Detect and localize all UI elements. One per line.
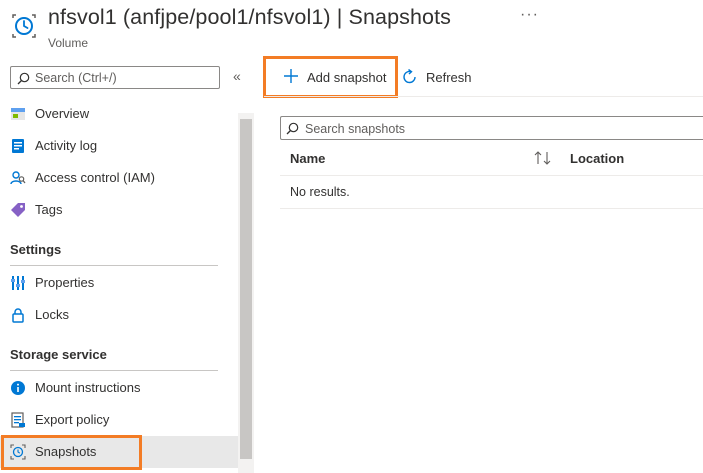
refresh-label: Refresh	[426, 70, 472, 85]
sidebar: Search (Ctrl+/) « Overview Activity log …	[0, 58, 254, 473]
section-title-storage-service: Storage service	[10, 347, 107, 362]
clock-volume-icon	[10, 12, 38, 40]
sidebar-item-label: Mount instructions	[35, 380, 141, 395]
sidebar-item-activity-log[interactable]: Activity log	[0, 130, 238, 162]
sidebar-item-label: Export policy	[35, 412, 110, 427]
sidebar-item-label: Overview	[35, 106, 90, 121]
section-divider	[10, 265, 218, 266]
iam-people-icon	[10, 170, 26, 186]
resource-name: nfsvol1 (anfjpe/pool1/nfsvol1)	[48, 5, 331, 29]
search-icon	[17, 72, 30, 85]
more-options-button[interactable]: ···	[520, 6, 539, 24]
activity-log-icon	[10, 138, 26, 154]
sort-arrows-icon[interactable]	[534, 151, 552, 170]
scrollbar-thumb[interactable]	[240, 119, 252, 459]
sidebar-item-label: Tags	[35, 202, 63, 217]
sidebar-item-label: Locks	[35, 307, 69, 322]
search-icon	[286, 122, 299, 135]
empty-state-text: No results.	[290, 185, 350, 199]
section-title-settings: Settings	[10, 242, 62, 257]
search-placeholder: Search (Ctrl+/)	[35, 71, 117, 85]
refresh-button[interactable]: Refresh	[402, 66, 472, 90]
sidebar-scrollbar[interactable]	[238, 113, 254, 473]
sidebar-item-label: Access control (IAM)	[35, 170, 155, 185]
table-header-divider	[280, 175, 703, 176]
page-title: nfsvol1 (anfjpe/pool1/nfsvol1) | Snapsho…	[48, 5, 451, 30]
blade-name: Snapshots	[348, 5, 452, 29]
sidebar-item-tags[interactable]: Tags	[0, 194, 238, 226]
toolbar-divider	[264, 96, 703, 97]
column-header-name[interactable]: Name	[290, 151, 325, 166]
sidebar-item-properties[interactable]: Properties	[0, 267, 238, 299]
sidebar-item-iam[interactable]: Access control (IAM)	[0, 162, 238, 194]
sidebar-item-mount-instructions[interactable]: Mount instructions	[0, 372, 238, 404]
title-separator: |	[330, 5, 349, 29]
info-icon	[10, 380, 26, 396]
resource-type: Volume	[48, 36, 89, 50]
search-snapshots-input[interactable]: Search snapshots	[280, 116, 703, 140]
sidebar-search-input[interactable]: Search (Ctrl+/)	[10, 66, 220, 89]
snapshots-highlight-box	[1, 435, 142, 470]
add-snapshot-highlight-box	[263, 56, 398, 98]
section-divider	[10, 370, 218, 371]
properties-icon	[10, 275, 26, 291]
sidebar-item-label: Activity log	[35, 138, 98, 153]
sidebar-item-label: Properties	[35, 275, 95, 290]
overview-icon	[10, 106, 26, 122]
sidebar-item-export-policy[interactable]: Export policy	[0, 404, 238, 436]
refresh-icon	[403, 69, 416, 84]
search-snapshots-placeholder: Search snapshots	[305, 122, 406, 136]
collapse-sidebar-button[interactable]: «	[233, 68, 241, 84]
main-content: Add snapshot Refresh Search snapshots Na…	[254, 56, 703, 473]
column-header-location[interactable]: Location	[570, 151, 624, 166]
table-row-divider	[280, 208, 703, 209]
tag-icon	[10, 202, 26, 218]
page-header: nfsvol1 (anfjpe/pool1/nfsvol1) | Snapsho…	[0, 0, 703, 58]
lock-icon	[10, 307, 26, 323]
sidebar-item-overview[interactable]: Overview	[0, 98, 238, 130]
sidebar-item-locks[interactable]: Locks	[0, 299, 238, 331]
export-policy-icon	[10, 412, 26, 428]
